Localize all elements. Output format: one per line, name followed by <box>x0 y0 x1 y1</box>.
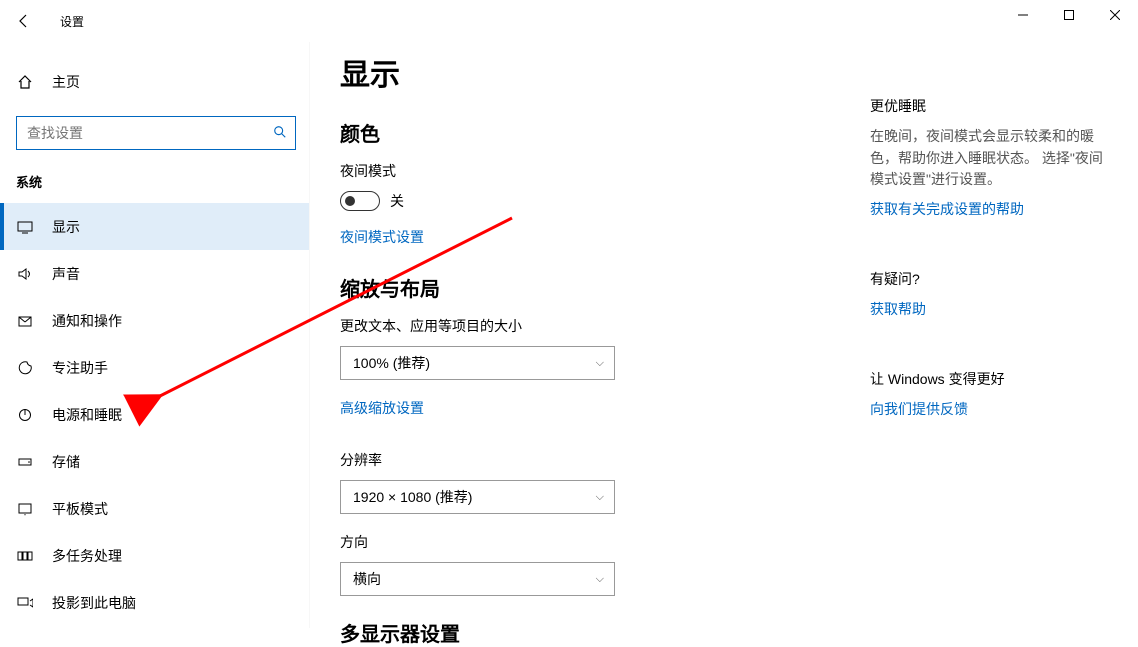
night-mode-toggle[interactable] <box>340 191 380 211</box>
resolution-label: 分辨率 <box>340 450 850 470</box>
storage-icon <box>16 454 34 470</box>
section-scale: 缩放与布局 <box>340 273 850 302</box>
notify-icon <box>16 313 34 329</box>
close-button[interactable] <box>1092 0 1138 30</box>
search-box[interactable] <box>16 116 296 150</box>
scale-value: 100% (推荐) <box>353 353 430 373</box>
sidebar: 主页 系统 显示 声音 通知和操作 专注助手 电源和睡眠 <box>0 42 310 628</box>
aside-sleep-heading: 更优睡眠 <box>870 96 1108 116</box>
sidebar-item-project[interactable]: 投影到此电脑 <box>0 579 309 626</box>
window-title: 设置 <box>60 13 84 30</box>
minimize-button[interactable] <box>1000 0 1046 30</box>
sidebar-item-label: 专注助手 <box>52 358 108 378</box>
sidebar-item-tablet[interactable]: 平板模式 <box>0 485 309 532</box>
focus-icon <box>16 360 34 376</box>
sidebar-item-label: 电源和睡眠 <box>52 405 122 425</box>
aside-feedback-heading: 让 Windows 变得更好 <box>870 369 1108 389</box>
sidebar-item-storage[interactable]: 存储 <box>0 438 309 485</box>
sidebar-item-sound[interactable]: 声音 <box>0 250 309 297</box>
multitask-icon <box>16 548 34 564</box>
night-mode-settings-link[interactable]: 夜间模式设置 <box>340 227 424 247</box>
home-icon <box>16 74 34 90</box>
sidebar-item-power[interactable]: 电源和睡眠 <box>0 391 309 438</box>
section-color: 颜色 <box>340 118 850 147</box>
category-label: 系统 <box>16 172 309 191</box>
scale-label: 更改文本、应用等项目的大小 <box>340 316 850 336</box>
content-area: 显示 颜色 夜间模式 关 夜间模式设置 缩放与布局 更改文本、应用等项目的大小 … <box>340 50 850 628</box>
display-icon <box>16 219 34 235</box>
chevron-down-icon: ⌵ <box>596 357 604 370</box>
sidebar-item-focus[interactable]: 专注助手 <box>0 344 309 391</box>
orientation-value: 横向 <box>353 569 381 589</box>
scale-dropdown[interactable]: 100% (推荐) ⌵ <box>340 346 615 380</box>
titlebar: 设置 <box>0 0 1138 42</box>
sidebar-item-notifications[interactable]: 通知和操作 <box>0 297 309 344</box>
sidebar-item-label: 投影到此电脑 <box>52 593 136 613</box>
sidebar-item-label: 通知和操作 <box>52 311 122 331</box>
sidebar-item-label: 多任务处理 <box>52 546 122 566</box>
night-mode-label: 夜间模式 <box>340 161 850 181</box>
orientation-dropdown[interactable]: 横向 ⌵ <box>340 562 615 596</box>
project-icon <box>16 595 34 611</box>
sidebar-item-label: 平板模式 <box>52 499 108 519</box>
sidebar-item-label: 显示 <box>52 217 80 237</box>
sidebar-item-label: 存储 <box>52 452 80 472</box>
night-mode-state: 关 <box>390 191 404 211</box>
sound-icon <box>16 266 34 282</box>
aside-question-heading: 有疑问? <box>870 269 1108 289</box>
section-multidisplay: 多显示器设置 <box>340 618 850 647</box>
aside-sleep-text: 在晚间，夜间模式会显示较柔和的暖色，帮助你进入睡眠状态。 选择"夜间模式设置"进… <box>870 126 1108 191</box>
aside-help-link[interactable]: 获取帮助 <box>870 299 926 319</box>
aside-panel: 更优睡眠 在晚间，夜间模式会显示较柔和的暖色，帮助你进入睡眠状态。 选择"夜间模… <box>850 50 1138 628</box>
sidebar-item-multitask[interactable]: 多任务处理 <box>0 532 309 579</box>
chevron-down-icon: ⌵ <box>596 573 604 586</box>
page-title: 显示 <box>340 50 850 94</box>
aside-sleep-link[interactable]: 获取有关完成设置的帮助 <box>870 199 1024 219</box>
search-icon <box>273 125 287 142</box>
aside-feedback-link[interactable]: 向我们提供反馈 <box>870 399 968 419</box>
chevron-down-icon: ⌵ <box>596 491 604 504</box>
resolution-value: 1920 × 1080 (推荐) <box>353 487 472 507</box>
back-button[interactable] <box>8 5 40 37</box>
power-icon <box>16 407 34 423</box>
sidebar-item-display[interactable]: 显示 <box>0 203 309 250</box>
maximize-button[interactable] <box>1046 0 1092 30</box>
home-link[interactable]: 主页 <box>16 62 309 102</box>
advanced-scale-link[interactable]: 高级缩放设置 <box>340 398 424 418</box>
tablet-icon <box>16 501 34 517</box>
sidebar-item-label: 声音 <box>52 264 80 284</box>
orientation-label: 方向 <box>340 532 850 552</box>
home-label: 主页 <box>52 72 80 92</box>
search-input[interactable] <box>25 124 273 142</box>
resolution-dropdown[interactable]: 1920 × 1080 (推荐) ⌵ <box>340 480 615 514</box>
